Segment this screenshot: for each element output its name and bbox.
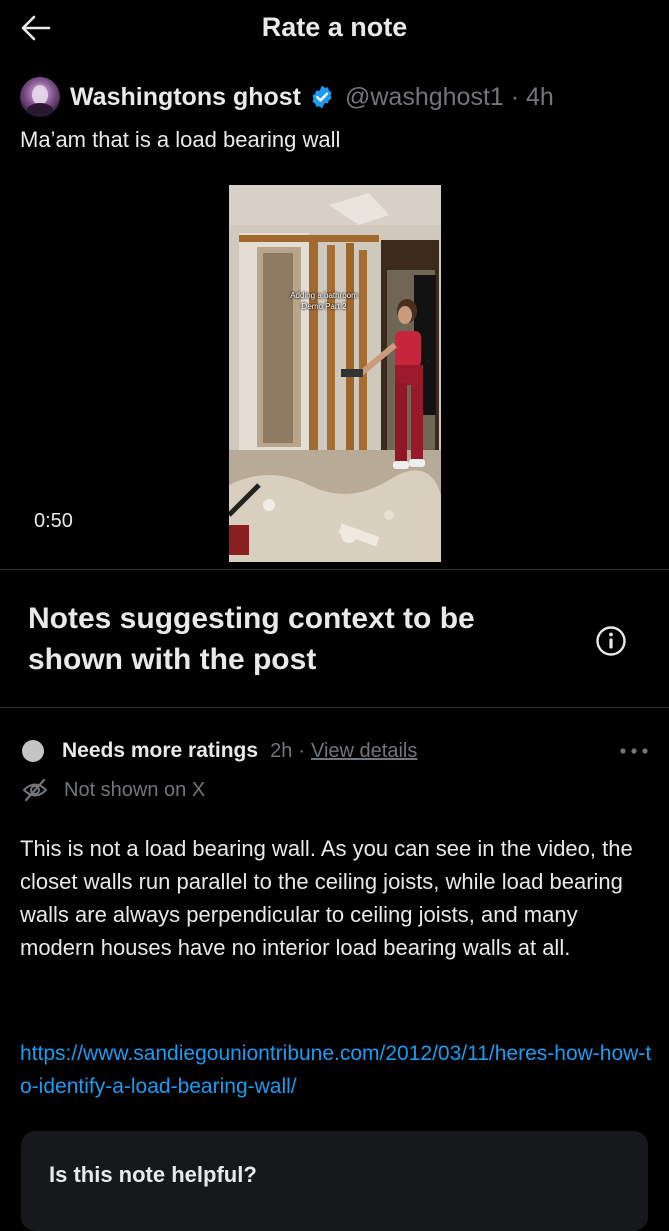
- post-text: Ma’am that is a load bearing wall: [20, 127, 341, 152]
- status-dot-icon: [22, 740, 44, 762]
- author-name[interactable]: Washingtons ghost: [70, 83, 301, 112]
- helpful-rating-card: Is this note helpful?: [21, 1131, 648, 1231]
- not-shown-label: Not shown on X: [64, 778, 206, 801]
- note-status-row: Needs more ratings 2h · View details: [22, 736, 649, 766]
- divider: [0, 707, 669, 708]
- separator-dot: ·: [298, 739, 305, 762]
- video-player[interactable]: Adding a bathroom Demo Part 2: [229, 185, 441, 562]
- video-caption: Adding a bathroom Demo Part 2: [290, 291, 358, 311]
- post-media: Adding a bathroom Demo Part 2 0:50: [0, 185, 669, 563]
- helpful-question: Is this note helpful?: [49, 1162, 257, 1187]
- verified-badge-icon: [309, 84, 335, 110]
- not-shown-row: Not shown on X: [22, 776, 205, 804]
- note-status-label: Needs more ratings: [62, 739, 259, 762]
- info-icon: [596, 626, 626, 656]
- note-body-text: This is not a load bearing wall. As you …: [20, 836, 633, 960]
- more-options-button[interactable]: [617, 736, 649, 766]
- top-bar: Rate a note: [0, 0, 669, 58]
- divider: [0, 569, 669, 570]
- note-time: 2h: [270, 739, 293, 762]
- avatar[interactable]: [20, 77, 60, 117]
- note-source-link[interactable]: https://www.sandiegouniontribune.com/201…: [20, 1037, 652, 1103]
- notes-section-title: Notes suggesting context to be shown wit…: [28, 602, 475, 676]
- author-handle: @washghost1 · 4h: [345, 82, 554, 111]
- eye-slash-icon: [22, 778, 48, 802]
- video-thumbnail: [229, 185, 441, 562]
- view-details-link[interactable]: View details: [311, 740, 417, 763]
- video-duration: 0:50: [34, 510, 73, 532]
- page-title: Rate a note: [261, 12, 408, 42]
- info-button[interactable]: [595, 625, 627, 657]
- post-author-row: Washingtons ghost @washghost1 · 4h: [20, 75, 554, 119]
- more-horizontal-icon: [620, 748, 648, 754]
